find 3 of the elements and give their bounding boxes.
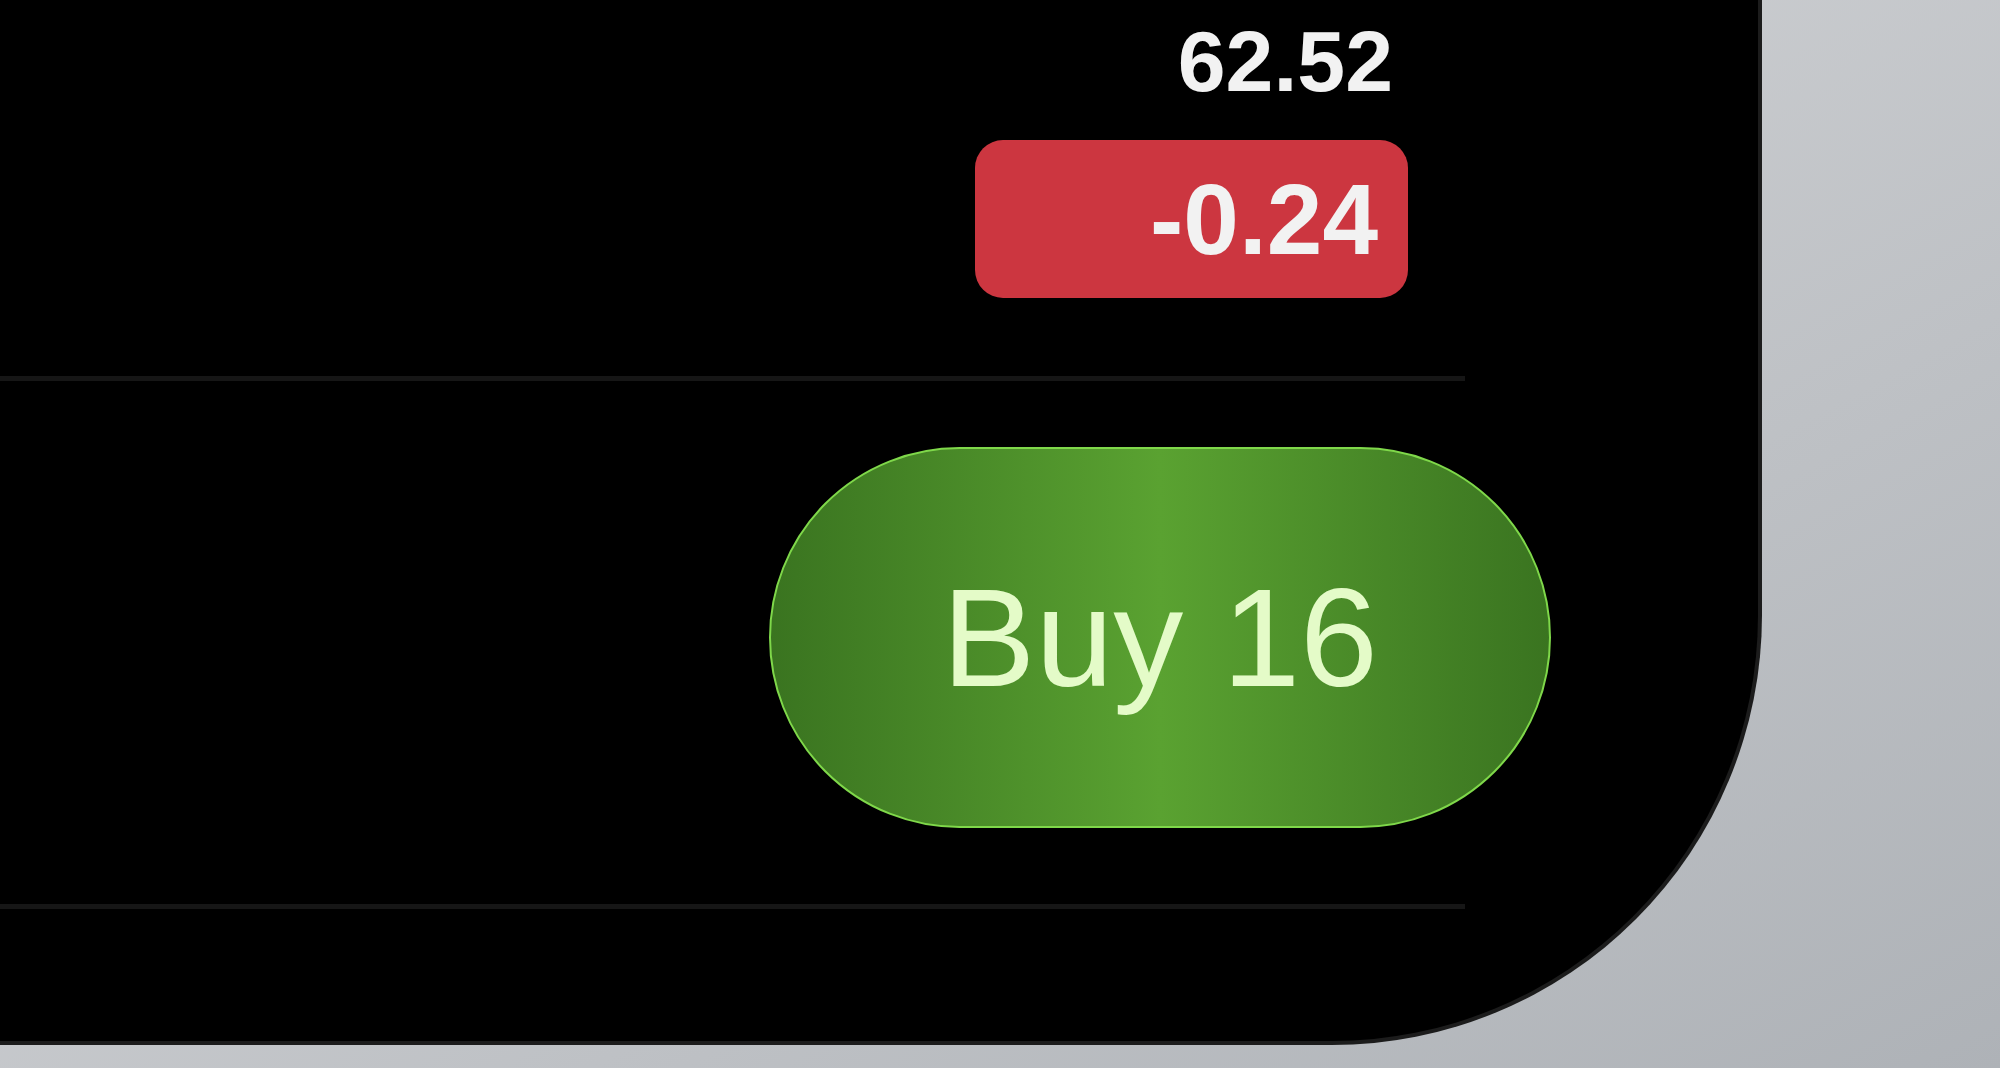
stock-price: 62.52 — [1177, 18, 1393, 104]
price-change-badge[interactable]: -0.24 — [975, 140, 1408, 298]
buy-button[interactable]: Buy 16 — [769, 447, 1551, 828]
